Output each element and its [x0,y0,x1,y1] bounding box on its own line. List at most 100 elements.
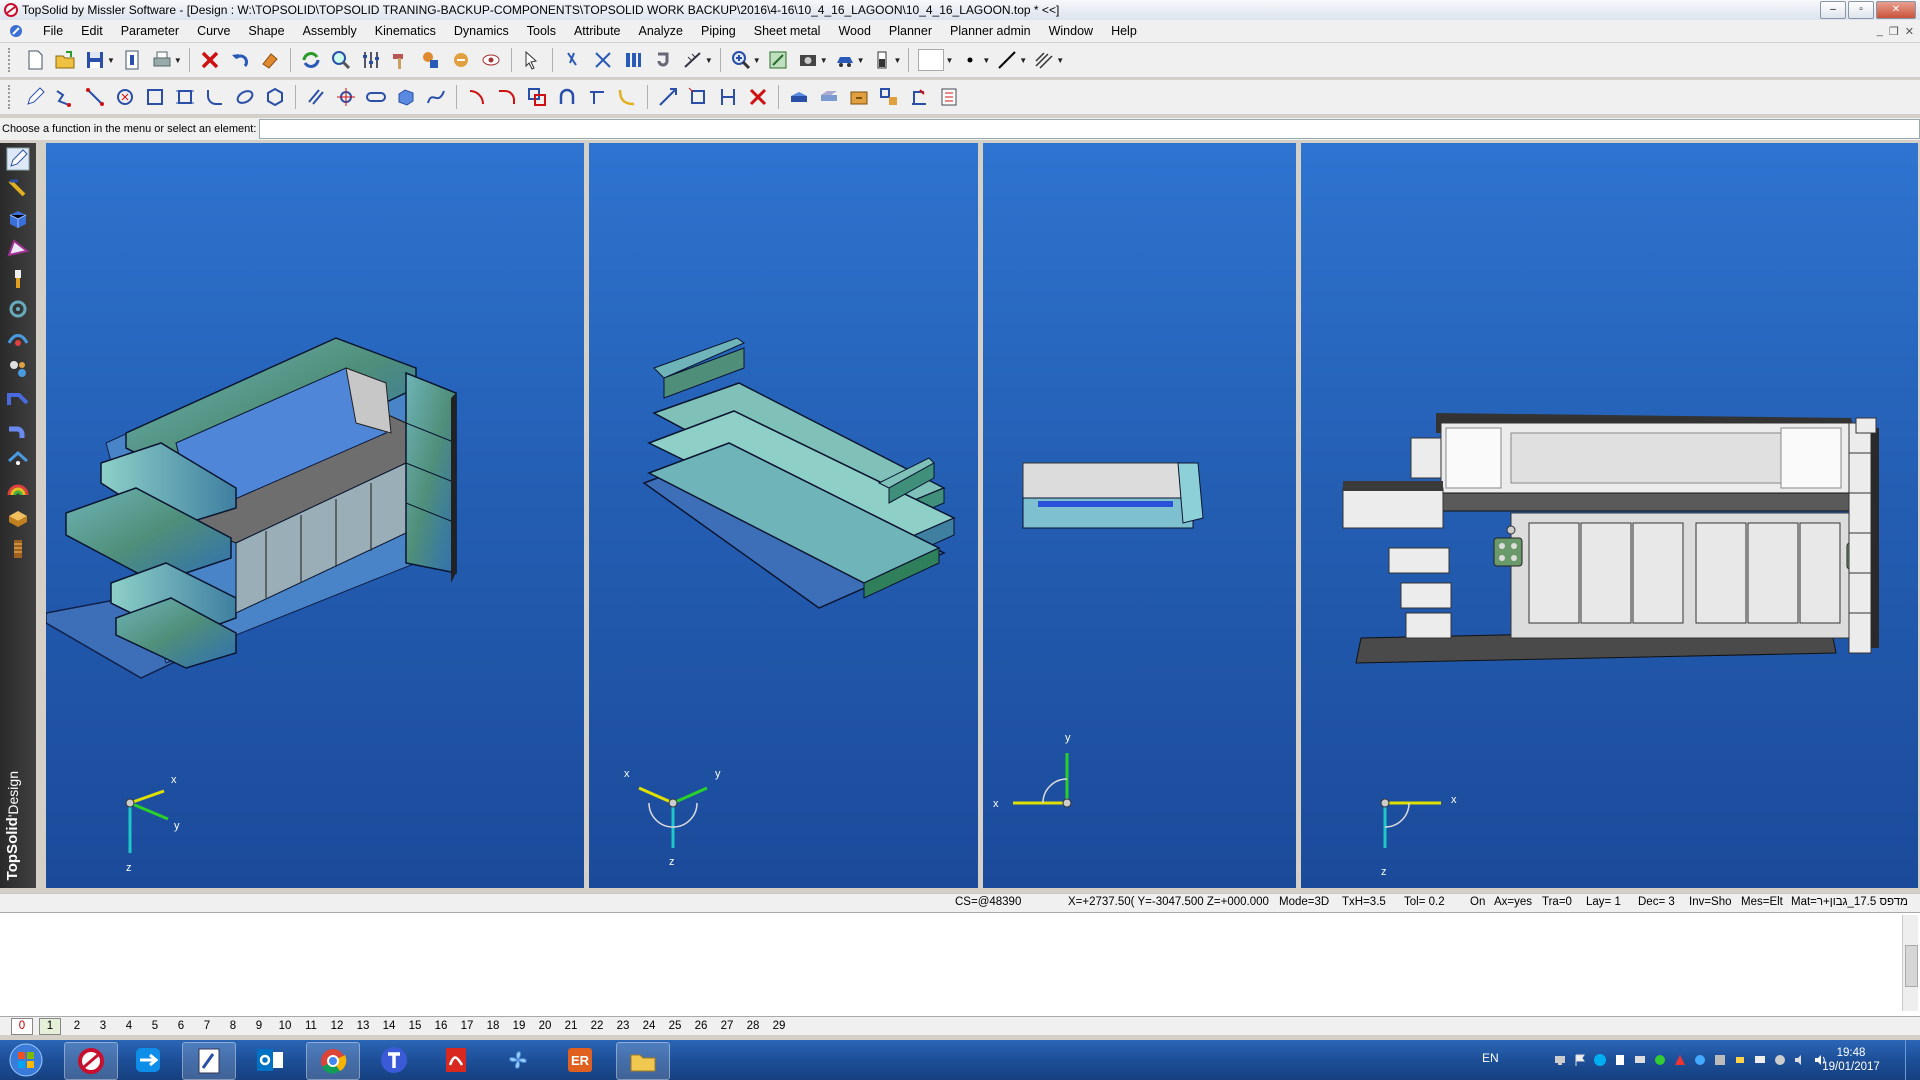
menu-planner-admin[interactable]: Planner admin [941,20,1040,42]
hide-button[interactable] [478,47,504,73]
status-measure[interactable]: Mes=Elt [1741,896,1783,908]
mode-tool-button[interactable] [4,265,32,293]
layer-tab[interactable]: 13 [353,1019,373,1034]
properties-button[interactable] [119,47,145,73]
columns-button[interactable] [620,47,646,73]
status-material[interactable]: Mat=מדפס 17.5_גבון+ר [1791,896,1908,908]
mdi-minimize-icon[interactable]: _ [1877,25,1883,38]
viewport-3[interactable]: y x [983,143,1296,888]
menu-attribute[interactable]: Attribute [565,20,630,42]
open-button[interactable] [52,47,78,73]
layer-tab[interactable]: 18 [483,1019,503,1034]
maximize-button[interactable]: ▫ [1848,1,1874,19]
layer-tab[interactable]: 20 [535,1019,555,1034]
taskbar-pdf[interactable] [430,1042,482,1078]
menu-kinematics[interactable]: Kinematics [366,20,445,42]
line-style-button[interactable] [994,47,1020,73]
bend-button[interactable] [614,84,640,110]
mdi-close-icon[interactable]: ✕ [1905,25,1914,38]
viewport-4[interactable]: x z [1301,143,1918,888]
view-button[interactable] [795,47,821,73]
menu-sheet-metal[interactable]: Sheet metal [745,20,830,42]
eraser-button[interactable] [257,47,283,73]
pick-button[interactable] [560,47,586,73]
status-on[interactable]: On [1470,896,1485,908]
point-button[interactable] [333,84,359,110]
menu-shape[interactable]: Shape [239,20,293,42]
menu-curve[interactable]: Curve [188,20,239,42]
network-tray-icon[interactable] [1553,1053,1567,1067]
taskbar-t-app[interactable] [368,1042,420,1078]
panel-button[interactable] [786,84,812,110]
viewport-1[interactable]: x y z [46,143,584,888]
skype-tray-icon[interactable] [1593,1053,1607,1067]
menu-edit[interactable]: Edit [72,20,112,42]
menu-tools[interactable]: Tools [518,20,565,42]
display-tray-icon[interactable] [1753,1053,1767,1067]
mode-draft-button[interactable] [4,175,32,203]
hatch-dropdown-icon[interactable]: ▼ [1056,56,1064,65]
polygon-button[interactable] [262,84,288,110]
status-invisible[interactable]: Inv=Sho [1689,896,1732,908]
layer-tab[interactable]: 10 [275,1019,295,1034]
sketch-button[interactable] [22,84,48,110]
status-mode[interactable]: Mode=3D [1279,896,1329,908]
attribute-button[interactable] [448,47,474,73]
status-axis[interactable]: Ax=yes [1494,896,1532,908]
extrude-button[interactable] [393,84,419,110]
menu-window[interactable]: Window [1040,20,1102,42]
monitor-tray-icon[interactable] [1633,1053,1647,1067]
zoom-dropdown-icon[interactable]: ▼ [753,56,761,65]
mdi-restore-icon[interactable]: ❐ [1889,25,1899,38]
clock-tray-icon[interactable] [1773,1053,1787,1067]
select-button[interactable] [519,47,545,73]
layer-tab[interactable]: 14 [379,1019,399,1034]
flag-tray-icon[interactable] [1573,1053,1587,1067]
mode-assembly-button[interactable] [4,295,32,323]
frame-button[interactable] [172,84,198,110]
mode-sketch-button[interactable] [4,145,32,173]
taskbar-explorer[interactable] [616,1042,670,1080]
mode-analysis-button[interactable] [4,355,32,383]
grid-tray-icon[interactable] [1713,1053,1727,1067]
machining-button[interactable] [906,84,932,110]
mode-solid-button[interactable] [4,205,32,233]
measure-dropdown-icon[interactable]: ▼ [705,56,713,65]
menu-planner[interactable]: Planner [880,20,941,42]
stretch-button[interactable] [655,84,681,110]
layer-tab[interactable]: 5 [145,1019,165,1034]
layer-tab[interactable]: 4 [119,1019,139,1034]
bom-button[interactable] [936,84,962,110]
menu-parameter[interactable]: Parameter [112,20,188,42]
taskbar-clock[interactable]: 19:48 19/01/2017 [1816,1046,1886,1074]
layer-tab[interactable]: 27 [717,1019,737,1034]
mode-kinematics-button[interactable] [4,325,32,353]
save-button[interactable] [82,47,108,73]
u-shape-button[interactable] [554,84,580,110]
toolbar-grip[interactable] [8,48,14,72]
ellipse-button[interactable] [232,84,258,110]
print-dropdown-icon[interactable]: ▼ [174,56,182,65]
hatch-button[interactable] [1031,47,1057,73]
hardware-button[interactable] [876,84,902,110]
drawer-button[interactable] [846,84,872,110]
chair-button[interactable] [715,84,741,110]
status-tolerance[interactable]: Tol= 0.2 [1404,896,1445,908]
layer-tab[interactable]: 9 [249,1019,269,1034]
document-menu-icon[interactable] [8,23,24,39]
layer-tab[interactable]: 23 [613,1019,633,1034]
zoom-button[interactable] [728,47,754,73]
point-style-button[interactable] [957,47,983,73]
cancel-element-button[interactable] [745,84,771,110]
shelf-button[interactable] [816,84,842,110]
layer-tab[interactable]: 25 [665,1019,685,1034]
zoom-all-button[interactable] [765,47,791,73]
taskbar-fan-app[interactable] [492,1042,544,1078]
layer-tab[interactable]: 24 [639,1019,659,1034]
curve-button[interactable] [423,84,449,110]
color-dropdown-icon[interactable]: ▼ [945,56,953,65]
language-indicator[interactable]: EN [1482,1051,1499,1065]
taskbar-teamviewer[interactable] [122,1042,174,1078]
layer-tab[interactable]: 7 [197,1019,217,1034]
parallel-button[interactable] [303,84,329,110]
